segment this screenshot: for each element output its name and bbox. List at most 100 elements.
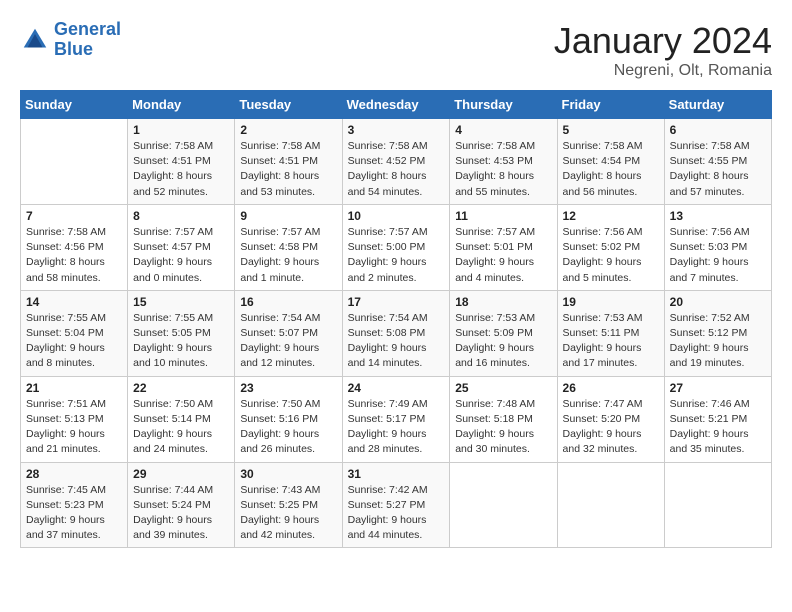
calendar-cell: 24 Sunrise: 7:49 AM Sunset: 5:17 PM Dayli… — [342, 376, 450, 462]
calendar-cell: 10Sunrise: 7:57 AM Sunset: 5:00 PM Dayli… — [342, 204, 450, 290]
weekday-header-monday: Monday — [128, 91, 235, 119]
day-number: 19 — [563, 295, 659, 309]
calendar-cell: 9Sunrise: 7:57 AM Sunset: 4:58 PM Daylig… — [235, 204, 342, 290]
day-info: Sunrise: 7:48 AM Sunset: 5:18 PM Dayligh… — [455, 397, 551, 458]
day-info: Sunrise: 7:58 AM Sunset: 4:56 PM Dayligh… — [26, 225, 122, 286]
calendar-cell: 29 Sunrise: 7:44 AM Sunset: 5:24 PM Dayli… — [128, 462, 235, 548]
logo-line2: Blue — [54, 39, 93, 59]
calendar-cell: 13 Sunrise: 7:56 AM Sunset: 5:03 PM Dayli… — [664, 204, 771, 290]
day-number: 25 — [455, 381, 551, 395]
page-header: General Blue January 2024 Negreni, Olt, … — [20, 20, 772, 80]
calendar-cell: 19Sunrise: 7:53 AM Sunset: 5:11 PM Dayli… — [557, 290, 664, 376]
calendar-cell: 8 Sunrise: 7:57 AM Sunset: 4:57 PM Daylig… — [128, 204, 235, 290]
day-number: 27 — [670, 381, 766, 395]
day-number: 30 — [240, 467, 336, 481]
day-info: Sunrise: 7:54 AM Sunset: 5:08 PM Dayligh… — [348, 311, 445, 372]
calendar-cell: 23Sunrise: 7:50 AM Sunset: 5:16 PM Dayli… — [235, 376, 342, 462]
day-number: 4 — [455, 123, 551, 137]
calendar-cell: 28Sunrise: 7:45 AM Sunset: 5:23 PM Dayli… — [21, 462, 128, 548]
day-info: Sunrise: 7:56 AM Sunset: 5:02 PM Dayligh… — [563, 225, 659, 286]
month-title: January 2024 — [554, 20, 772, 62]
day-number: 24 — [348, 381, 445, 395]
calendar-cell — [450, 462, 557, 548]
day-info: Sunrise: 7:49 AM Sunset: 5:17 PM Dayligh… — [348, 397, 445, 458]
calendar-cell: 16Sunrise: 7:54 AM Sunset: 5:07 PM Dayli… — [235, 290, 342, 376]
day-info: Sunrise: 7:58 AM Sunset: 4:53 PM Dayligh… — [455, 139, 551, 200]
day-info: Sunrise: 7:50 AM Sunset: 5:16 PM Dayligh… — [240, 397, 336, 458]
day-number: 1 — [133, 123, 229, 137]
day-number: 20 — [670, 295, 766, 309]
day-number: 3 — [348, 123, 445, 137]
calendar-cell: 25 Sunrise: 7:48 AM Sunset: 5:18 PM Dayli… — [450, 376, 557, 462]
day-number: 14 — [26, 295, 122, 309]
calendar-cell: 4 Sunrise: 7:58 AM Sunset: 4:53 PM Daylig… — [450, 119, 557, 205]
calendar-cell — [664, 462, 771, 548]
calendar-cell: 14 Sunrise: 7:55 AM Sunset: 5:04 PM Dayli… — [21, 290, 128, 376]
day-number: 8 — [133, 209, 229, 223]
day-info: Sunrise: 7:56 AM Sunset: 5:03 PM Dayligh… — [670, 225, 766, 286]
day-info: Sunrise: 7:58 AM Sunset: 4:55 PM Dayligh… — [670, 139, 766, 200]
day-info: Sunrise: 7:44 AM Sunset: 5:24 PM Dayligh… — [133, 483, 229, 544]
calendar-cell — [557, 462, 664, 548]
day-info: Sunrise: 7:57 AM Sunset: 5:00 PM Dayligh… — [348, 225, 445, 286]
logo-text: General Blue — [54, 20, 121, 60]
calendar-cell: 30 Sunrise: 7:43 AM Sunset: 5:25 PM Dayli… — [235, 462, 342, 548]
calendar-cell: 18 Sunrise: 7:53 AM Sunset: 5:09 PM Dayli… — [450, 290, 557, 376]
day-number: 5 — [563, 123, 659, 137]
calendar-cell: 11 Sunrise: 7:57 AM Sunset: 5:01 PM Dayli… — [450, 204, 557, 290]
logo-icon — [20, 25, 50, 55]
day-number: 21 — [26, 381, 122, 395]
day-info: Sunrise: 7:58 AM Sunset: 4:51 PM Dayligh… — [133, 139, 229, 200]
calendar-week-row: 1 Sunrise: 7:58 AM Sunset: 4:51 PM Daylig… — [21, 119, 772, 205]
calendar-week-row: 14 Sunrise: 7:55 AM Sunset: 5:04 PM Dayli… — [21, 290, 772, 376]
title-block: January 2024 Negreni, Olt, Romania — [554, 20, 772, 80]
calendar-cell — [21, 119, 128, 205]
calendar-cell: 6 Sunrise: 7:58 AM Sunset: 4:55 PM Daylig… — [664, 119, 771, 205]
calendar-cell: 1 Sunrise: 7:58 AM Sunset: 4:51 PM Daylig… — [128, 119, 235, 205]
logo-line1: General — [54, 19, 121, 39]
weekday-header-saturday: Saturday — [664, 91, 771, 119]
day-info: Sunrise: 7:58 AM Sunset: 4:52 PM Dayligh… — [348, 139, 445, 200]
day-number: 6 — [670, 123, 766, 137]
calendar-cell: 31Sunrise: 7:42 AM Sunset: 5:27 PM Dayli… — [342, 462, 450, 548]
calendar-table: SundayMondayTuesdayWednesdayThursdayFrid… — [20, 90, 772, 548]
location: Negreni, Olt, Romania — [554, 62, 772, 80]
day-number: 15 — [133, 295, 229, 309]
weekday-header-wednesday: Wednesday — [342, 91, 450, 119]
day-info: Sunrise: 7:53 AM Sunset: 5:09 PM Dayligh… — [455, 311, 551, 372]
day-info: Sunrise: 7:57 AM Sunset: 4:57 PM Dayligh… — [133, 225, 229, 286]
day-info: Sunrise: 7:55 AM Sunset: 5:05 PM Dayligh… — [133, 311, 229, 372]
day-info: Sunrise: 7:57 AM Sunset: 5:01 PM Dayligh… — [455, 225, 551, 286]
day-number: 22 — [133, 381, 229, 395]
weekday-header-tuesday: Tuesday — [235, 91, 342, 119]
calendar-cell: 27Sunrise: 7:46 AM Sunset: 5:21 PM Dayli… — [664, 376, 771, 462]
day-info: Sunrise: 7:54 AM Sunset: 5:07 PM Dayligh… — [240, 311, 336, 372]
day-number: 17 — [348, 295, 445, 309]
day-number: 12 — [563, 209, 659, 223]
day-info: Sunrise: 7:43 AM Sunset: 5:25 PM Dayligh… — [240, 483, 336, 544]
day-info: Sunrise: 7:47 AM Sunset: 5:20 PM Dayligh… — [563, 397, 659, 458]
weekday-header-sunday: Sunday — [21, 91, 128, 119]
day-info: Sunrise: 7:52 AM Sunset: 5:12 PM Dayligh… — [670, 311, 766, 372]
logo: General Blue — [20, 20, 121, 60]
weekday-header-friday: Friday — [557, 91, 664, 119]
calendar-cell: 20 Sunrise: 7:52 AM Sunset: 5:12 PM Dayli… — [664, 290, 771, 376]
day-number: 7 — [26, 209, 122, 223]
day-number: 2 — [240, 123, 336, 137]
day-number: 18 — [455, 295, 551, 309]
calendar-cell: 3 Sunrise: 7:58 AM Sunset: 4:52 PM Daylig… — [342, 119, 450, 205]
calendar-cell: 7 Sunrise: 7:58 AM Sunset: 4:56 PM Daylig… — [21, 204, 128, 290]
day-info: Sunrise: 7:55 AM Sunset: 5:04 PM Dayligh… — [26, 311, 122, 372]
day-number: 31 — [348, 467, 445, 481]
day-info: Sunrise: 7:50 AM Sunset: 5:14 PM Dayligh… — [133, 397, 229, 458]
day-number: 9 — [240, 209, 336, 223]
day-number: 29 — [133, 467, 229, 481]
calendar-cell: 5Sunrise: 7:58 AM Sunset: 4:54 PM Daylig… — [557, 119, 664, 205]
day-number: 11 — [455, 209, 551, 223]
weekday-header-row: SundayMondayTuesdayWednesdayThursdayFrid… — [21, 91, 772, 119]
calendar-cell: 15 Sunrise: 7:55 AM Sunset: 5:05 PM Dayli… — [128, 290, 235, 376]
calendar-body: 1 Sunrise: 7:58 AM Sunset: 4:51 PM Daylig… — [21, 119, 772, 548]
day-number: 13 — [670, 209, 766, 223]
weekday-header-thursday: Thursday — [450, 91, 557, 119]
day-info: Sunrise: 7:58 AM Sunset: 4:51 PM Dayligh… — [240, 139, 336, 200]
